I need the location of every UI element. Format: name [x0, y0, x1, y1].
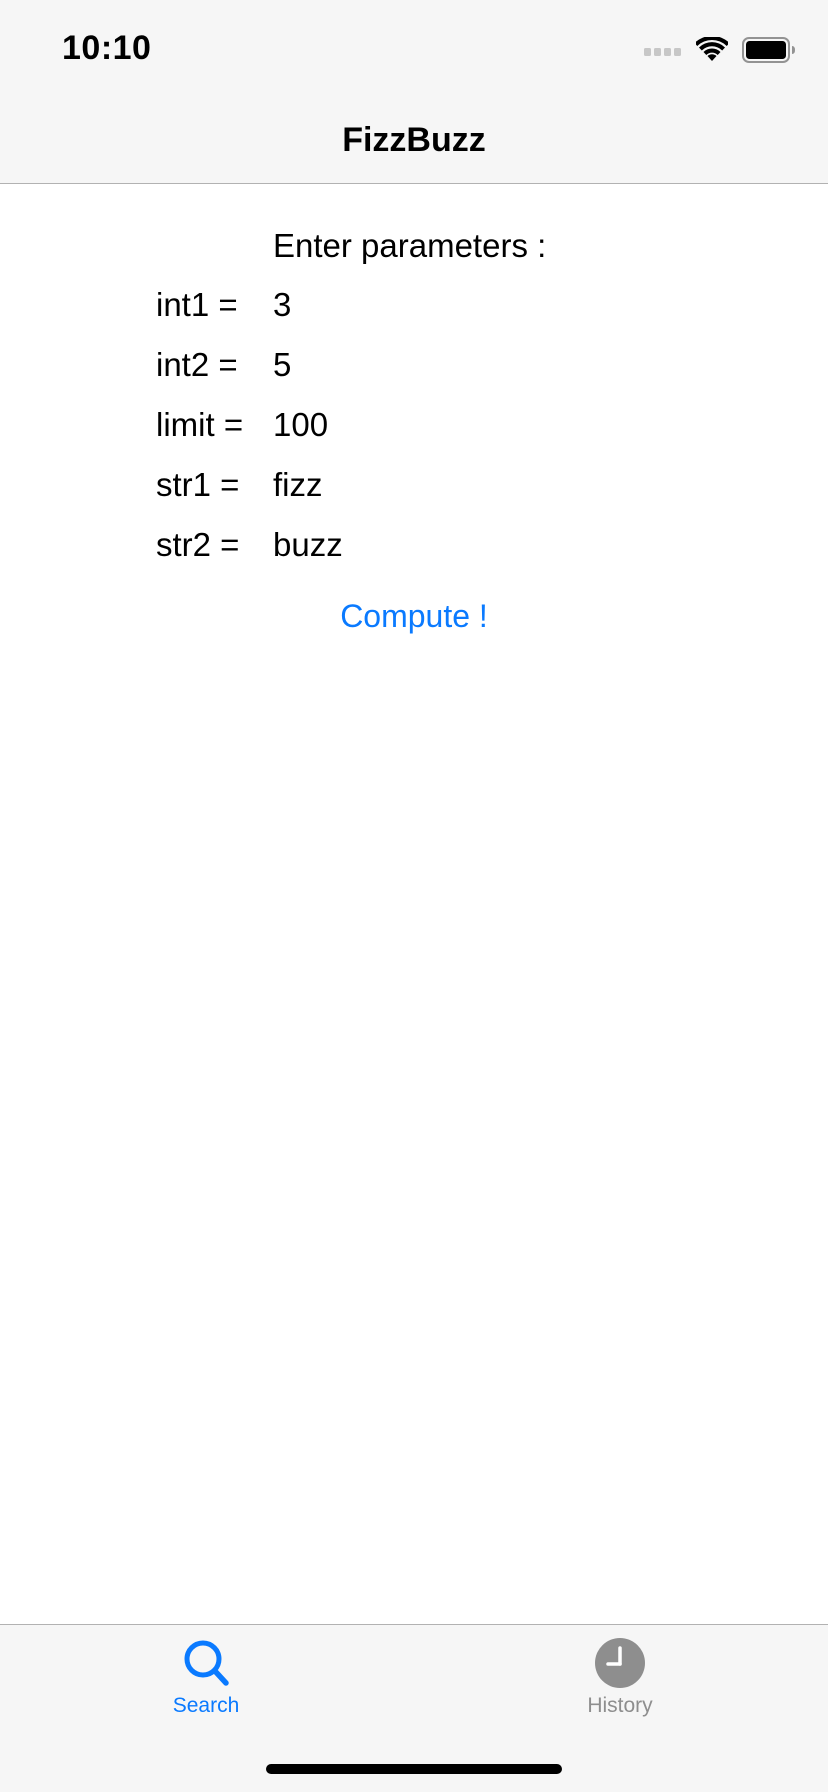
- tab-search-label: Search: [172, 1694, 240, 1717]
- int1-field[interactable]: [262, 280, 682, 330]
- param-label-int1: int1 =: [156, 286, 238, 323]
- limit-field[interactable]: [262, 400, 682, 450]
- navigation-bar: 10:10 FizzBuzz: [0, 0, 828, 184]
- wifi-icon: [696, 37, 728, 61]
- home-indicator: [266, 1764, 562, 1774]
- param-row-str1: str1 =: [0, 460, 828, 510]
- form-heading: Enter parameters :: [273, 227, 547, 264]
- str2-field[interactable]: [262, 520, 682, 570]
- param-label-int2: int2 =: [156, 346, 238, 383]
- param-row-int2: int2 =: [0, 340, 828, 390]
- param-label-str2: str2 =: [156, 526, 240, 563]
- compute-button[interactable]: Compute !: [264, 588, 564, 644]
- tab-search[interactable]: Search: [106, 1637, 306, 1737]
- cellular-signal-icon: [644, 48, 681, 56]
- tab-history[interactable]: History: [520, 1637, 720, 1737]
- param-row-str2: str2 =: [0, 520, 828, 570]
- status-indicators: [644, 36, 796, 64]
- page-title: FizzBuzz: [342, 121, 486, 159]
- int2-field[interactable]: [262, 340, 682, 390]
- status-time: 10:10: [62, 29, 152, 67]
- str1-field[interactable]: [262, 460, 682, 510]
- param-label-limit: limit =: [156, 406, 244, 443]
- tab-history-label: History: [587, 1694, 653, 1717]
- param-row-limit: limit =: [0, 400, 828, 450]
- battery-icon: [742, 37, 795, 63]
- search-icon: [184, 1640, 229, 1686]
- param-row-int1: int1 =: [0, 280, 828, 330]
- clock-icon: [595, 1638, 645, 1688]
- param-label-str1: str1 =: [156, 466, 240, 503]
